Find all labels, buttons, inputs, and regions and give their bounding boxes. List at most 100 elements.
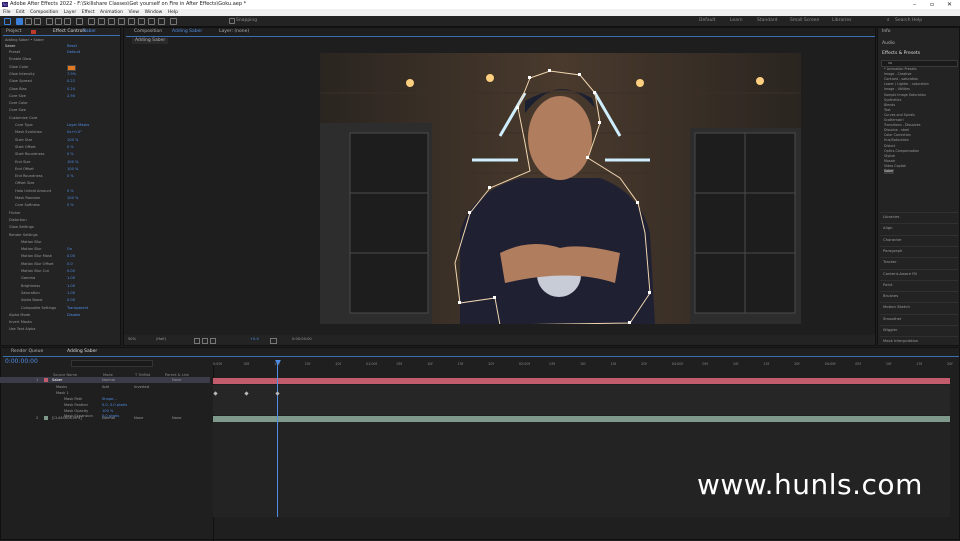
effect-param-row[interactable]: Alpha Boost 0.00 bbox=[21, 298, 75, 303]
layer-search-input[interactable] bbox=[71, 360, 153, 367]
collapsed-panel[interactable]: Character bbox=[883, 237, 902, 242]
effect-param-row[interactable]: Gamma 1.00 bbox=[21, 276, 75, 281]
effect-param-value[interactable]: 100 % bbox=[67, 138, 78, 143]
tab-timeline-comp[interactable]: Adding Saber bbox=[67, 349, 97, 355]
menu-window[interactable]: Window bbox=[145, 10, 163, 15]
search-icon[interactable]: ⌕ bbox=[887, 16, 890, 26]
minimize-icon[interactable]: – bbox=[913, 0, 916, 9]
effect-param-value[interactable]: Disable bbox=[67, 313, 80, 318]
menu-view[interactable]: View bbox=[128, 10, 139, 15]
current-time-display[interactable]: 0:00:00:00 bbox=[292, 337, 312, 342]
effect-param-row[interactable]: Preset Default bbox=[9, 50, 80, 55]
effect-param-row[interactable]: Mask Evolution 0x+0.0° bbox=[15, 130, 82, 135]
effect-param-value[interactable]: Transparent bbox=[67, 306, 88, 311]
current-time-indicator[interactable] bbox=[277, 360, 278, 517]
composition-viewer[interactable] bbox=[320, 53, 801, 324]
effect-param-value[interactable]: 0 % bbox=[67, 203, 74, 208]
workspace-standard[interactable]: Standard bbox=[757, 16, 777, 26]
selection-tool-icon[interactable] bbox=[16, 18, 23, 25]
effect-param-row[interactable]: Flicker bbox=[9, 211, 21, 216]
collapsed-panel[interactable]: Libraries bbox=[883, 214, 899, 219]
tab-render-queue[interactable]: Render Queue bbox=[11, 349, 43, 355]
effect-param-row[interactable]: Start Roundness 0 % bbox=[15, 152, 74, 157]
effect-param-row[interactable]: End Roundness 0 % bbox=[15, 174, 74, 179]
workspace-libraries[interactable]: Libraries bbox=[832, 16, 851, 26]
effect-param-value[interactable]: 0 % bbox=[67, 145, 74, 150]
effect-param-value[interactable]: 100 % bbox=[67, 167, 78, 172]
workspace-default[interactable]: Default bbox=[699, 16, 715, 26]
roto-brush-tool-icon[interactable] bbox=[158, 18, 165, 25]
effect-param-value[interactable]: 7.9% bbox=[67, 72, 76, 77]
effect-param-row[interactable]: Render Settings bbox=[9, 233, 38, 238]
menu-effect[interactable]: Effect bbox=[82, 10, 95, 15]
collapsed-panel[interactable]: Paint bbox=[883, 282, 892, 287]
effect-param-value[interactable]: 100 % bbox=[67, 196, 78, 201]
orbit-tool-icon[interactable] bbox=[46, 18, 53, 25]
effect-param-value[interactable]: Default bbox=[67, 50, 80, 55]
playhead-icon[interactable] bbox=[275, 360, 281, 365]
effect-param-row[interactable]: Motion Blur On bbox=[21, 247, 72, 252]
effect-param-row[interactable]: Saturation 1.00 bbox=[21, 291, 75, 296]
table-row[interactable]: 1 Saber Normal None bbox=[0, 377, 210, 383]
clone-tool-icon[interactable] bbox=[138, 18, 145, 25]
effect-param-value[interactable]: 100 % bbox=[67, 160, 78, 165]
effect-param-row[interactable]: Composite Settings Transparent bbox=[21, 306, 88, 311]
region-of-interest-icon[interactable] bbox=[194, 338, 200, 344]
panel-info[interactable]: Info bbox=[882, 29, 891, 35]
effect-param-value[interactable]: 0 % bbox=[67, 189, 74, 194]
effect-param-row[interactable]: Offset Size bbox=[15, 181, 34, 186]
search-help-field[interactable]: Search Help bbox=[895, 16, 922, 26]
menu-help[interactable]: Help bbox=[168, 10, 178, 15]
effect-param-row[interactable]: Core Color bbox=[9, 101, 28, 106]
effect-param-value[interactable]: 0.0 bbox=[67, 262, 73, 267]
close-icon[interactable]: ✕ bbox=[947, 0, 952, 9]
effect-param-value[interactable]: 0 % bbox=[67, 152, 74, 157]
collapsed-panel[interactable]: Content-Aware Fill bbox=[883, 271, 917, 276]
effect-param-value[interactable]: 0.00 bbox=[67, 254, 75, 259]
layer-label-color[interactable] bbox=[44, 378, 48, 382]
effect-param-row[interactable]: Mask Random 100 % bbox=[15, 196, 78, 201]
effect-param-value[interactable]: 1.00 bbox=[67, 284, 75, 289]
effect-param-row[interactable]: Core Size 2.90 bbox=[9, 94, 75, 99]
zoom-tool-icon[interactable] bbox=[34, 18, 41, 25]
effect-param-row[interactable]: Core Size bbox=[9, 108, 26, 113]
effect-param-row[interactable]: Invert Masks bbox=[9, 320, 32, 325]
effect-param-row[interactable]: Core Softness 0 % bbox=[15, 203, 74, 208]
zoom-dropdown[interactable]: 50% bbox=[128, 337, 136, 342]
effect-param-value[interactable]: On bbox=[67, 247, 72, 252]
pan-tool-icon[interactable] bbox=[55, 18, 62, 25]
menu-edit[interactable]: Edit bbox=[16, 10, 25, 15]
tab-composition[interactable]: Composition bbox=[134, 29, 162, 35]
table-row[interactable]: 2 [CL44SR08.MP4] Normal None None bbox=[0, 415, 210, 421]
snapshot-icon[interactable] bbox=[270, 338, 277, 344]
effect-param-value[interactable]: 1.00 bbox=[67, 276, 75, 281]
workspace-learn[interactable]: Learn bbox=[730, 16, 743, 26]
layer-label-color[interactable] bbox=[44, 416, 48, 420]
effect-param-row[interactable]: Start Offset 0 % bbox=[15, 145, 74, 150]
collapsed-panel[interactable]: Mask Interpolation bbox=[883, 338, 918, 343]
menu-composition[interactable]: Composition bbox=[30, 10, 58, 15]
effect-param-row[interactable]: Customize Core bbox=[9, 116, 37, 121]
resolution-dropdown[interactable]: (Half) bbox=[156, 337, 166, 342]
effect-param-value[interactable]: 1.00 bbox=[67, 291, 75, 296]
effects-search-input[interactable]: sa bbox=[881, 60, 958, 67]
effect-param-row[interactable]: Motion Blur bbox=[21, 240, 42, 245]
maximize-icon[interactable]: ▫ bbox=[930, 0, 934, 9]
menu-layer[interactable]: Layer bbox=[64, 10, 77, 15]
effect-param-value[interactable]: 0.22 bbox=[67, 79, 75, 84]
pen-tool-icon[interactable] bbox=[108, 18, 115, 25]
effect-param-value[interactable]: Layer Masks bbox=[67, 123, 89, 128]
effect-param-row[interactable]: Use Text Alpha bbox=[9, 327, 35, 332]
menu-file[interactable]: File bbox=[3, 10, 11, 15]
effect-param-row[interactable]: Start Size 100 % bbox=[15, 138, 78, 143]
rectangle-tool-icon[interactable] bbox=[98, 18, 105, 25]
puppet-tool-icon[interactable] bbox=[170, 18, 177, 25]
brush-tool-icon[interactable] bbox=[128, 18, 135, 25]
effect-param-row[interactable]: Glow Spread 0.22 bbox=[9, 79, 75, 84]
hand-tool-icon[interactable] bbox=[25, 18, 32, 25]
anchor-tool-icon[interactable] bbox=[88, 18, 95, 25]
collapsed-panel[interactable]: Tracker bbox=[883, 259, 897, 264]
menu-animation[interactable]: Animation bbox=[100, 10, 123, 15]
effect-param-row[interactable]: Distortion bbox=[9, 218, 27, 223]
collapsed-panel[interactable]: Brushes bbox=[883, 293, 898, 298]
